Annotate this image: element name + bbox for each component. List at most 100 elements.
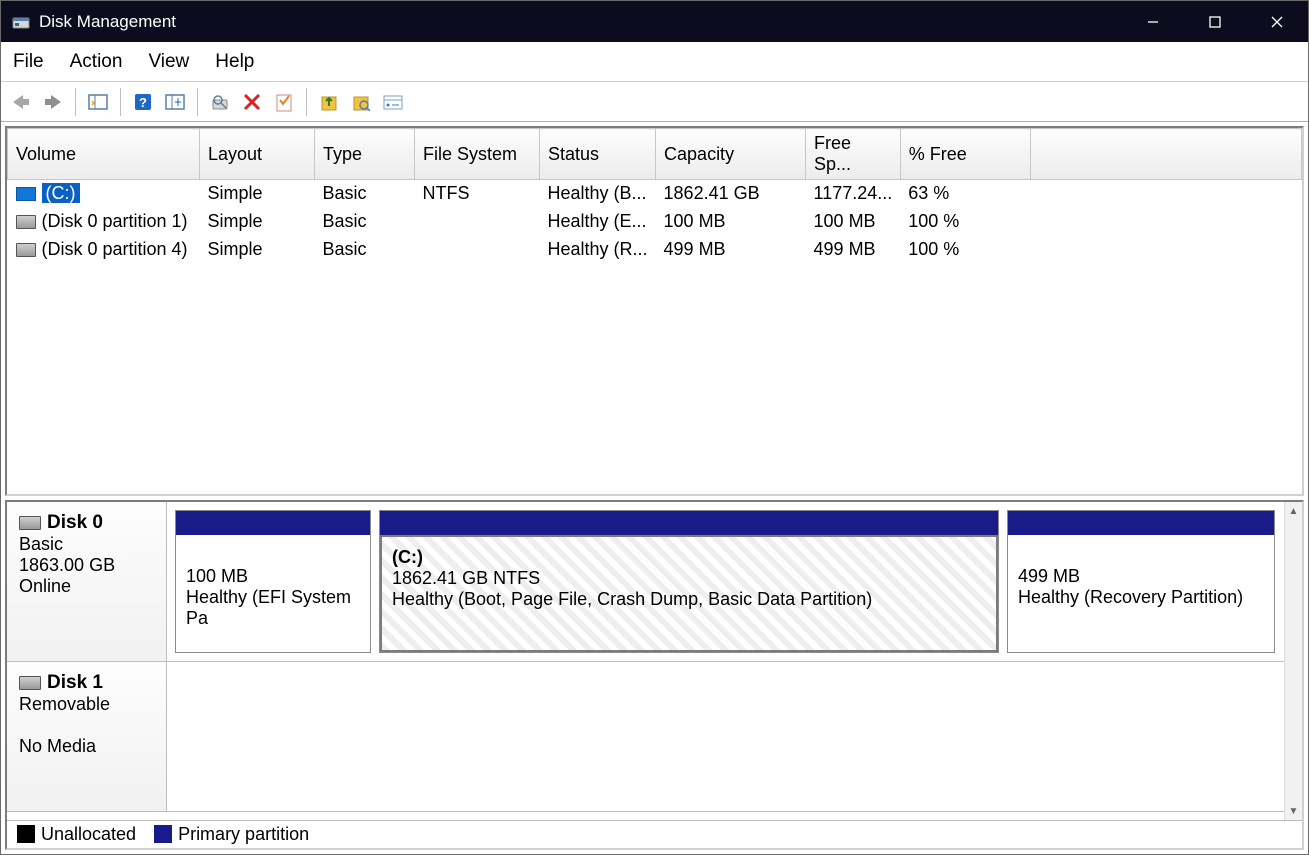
col-fs[interactable]: File System <box>415 129 540 180</box>
volume-layout: Simple <box>200 236 315 264</box>
delete-button[interactable] <box>238 88 266 116</box>
volume-capacity: 100 MB <box>656 208 806 236</box>
partition-name: (C:) <box>392 547 986 568</box>
volume-status: Healthy (R... <box>540 236 656 264</box>
disk-type: Basic <box>19 534 158 555</box>
minimize-button[interactable] <box>1122 1 1184 42</box>
col-capacity[interactable]: Capacity <box>656 129 806 180</box>
toolbar: ? <box>1 82 1308 122</box>
settings-button[interactable] <box>206 88 234 116</box>
volume-free: 499 MB <box>806 236 901 264</box>
col-pct[interactable]: % Free <box>900 129 1030 180</box>
volume-name: (Disk 0 partition 4) <box>42 239 188 259</box>
partitions-area <box>167 662 1284 811</box>
scroll-down-icon[interactable]: ▼ <box>1285 802 1302 820</box>
titlebar: Disk Management <box>1 1 1308 42</box>
menu-help[interactable]: Help <box>215 51 254 73</box>
disk-label: Disk 1 <box>47 672 103 693</box>
volume-pct: 100 % <box>900 208 1030 236</box>
menubar: File Action View Help <box>1 42 1308 82</box>
menu-file[interactable]: File <box>13 51 44 73</box>
volume-layout: Simple <box>200 208 315 236</box>
col-free[interactable]: Free Sp... <box>806 129 901 180</box>
disk-label: Disk 0 <box>47 512 103 533</box>
maximize-button[interactable] <box>1184 1 1246 42</box>
refresh-button[interactable] <box>161 88 189 116</box>
col-status[interactable]: Status <box>540 129 656 180</box>
volume-fs <box>415 208 540 236</box>
partition-desc: Healthy (EFI System Pa <box>186 587 360 629</box>
vertical-scrollbar[interactable]: ▲ ▼ <box>1284 502 1302 820</box>
volume-layout: Simple <box>200 180 315 208</box>
legend: Unallocated Primary partition <box>7 820 1302 848</box>
volume-status: Healthy (E... <box>540 208 656 236</box>
app-icon <box>11 12 31 32</box>
volume-pct: 100 % <box>900 236 1030 264</box>
partition-header <box>176 511 370 535</box>
partition[interactable]: 100 MBHealthy (EFI System Pa <box>175 510 371 653</box>
menu-view[interactable]: View <box>148 51 189 73</box>
col-type[interactable]: Type <box>315 129 415 180</box>
legend-unallocated: Unallocated <box>17 824 136 845</box>
scroll-up-icon[interactable]: ▲ <box>1285 502 1302 520</box>
volume-capacity: 499 MB <box>656 236 806 264</box>
close-button[interactable] <box>1246 1 1308 42</box>
legend-swatch-blue <box>154 825 172 843</box>
volume-row[interactable]: (Disk 0 partition 1) SimpleBasic Healthy (… <box>8 208 1302 236</box>
back-button[interactable] <box>7 88 35 116</box>
window-title: Disk Management <box>39 12 176 32</box>
disk-icon <box>19 676 41 690</box>
volume-status: Healthy (B... <box>540 180 656 208</box>
volume-pct: 63 % <box>900 180 1030 208</box>
graphical-pane: Disk 0Basic1863.00 GBOnline 100 MBHealth… <box>5 500 1304 850</box>
action2-button[interactable] <box>347 88 375 116</box>
volume-type: Basic <box>315 208 415 236</box>
volume-row[interactable]: (Disk 0 partition 4) SimpleBasic Healthy (… <box>8 236 1302 264</box>
volume-capacity: 1862.41 GB <box>656 180 806 208</box>
action1-button[interactable] <box>315 88 343 116</box>
volume-type: Basic <box>315 236 415 264</box>
action3-button[interactable] <box>379 88 407 116</box>
partition-header <box>1008 511 1274 535</box>
disk-row: Disk 0Basic1863.00 GBOnline 100 MBHealth… <box>7 502 1284 662</box>
disk-state: No Media <box>19 736 158 757</box>
volume-fs: NTFS <box>415 180 540 208</box>
svg-text:?: ? <box>139 95 147 110</box>
legend-swatch-black <box>17 825 35 843</box>
volume-icon <box>16 215 36 229</box>
disk-row: Disk 1Removable No Media <box>7 662 1284 812</box>
partition-size: 100 MB <box>186 566 360 587</box>
disk-info[interactable]: Disk 1Removable No Media <box>7 662 167 811</box>
volume-name: (C:) <box>42 183 80 203</box>
show-hide-tree-button[interactable] <box>84 88 112 116</box>
help-button[interactable]: ? <box>129 88 157 116</box>
partition-body: 100 MBHealthy (EFI System Pa <box>176 535 370 652</box>
volume-type: Basic <box>315 180 415 208</box>
volume-free: 100 MB <box>806 208 901 236</box>
properties-button[interactable] <box>270 88 298 116</box>
menu-action[interactable]: Action <box>70 51 123 73</box>
volume-fs <box>415 236 540 264</box>
volume-name: (Disk 0 partition 1) <box>42 211 188 231</box>
forward-button[interactable] <box>39 88 67 116</box>
partition[interactable]: 499 MBHealthy (Recovery Partition) <box>1007 510 1275 653</box>
volume-icon <box>16 243 36 257</box>
disk-icon <box>19 516 41 530</box>
volume-icon <box>16 187 36 201</box>
partition-size: 1862.41 GB NTFS <box>392 568 986 589</box>
disk-type: Removable <box>19 694 158 715</box>
partition-body: 499 MBHealthy (Recovery Partition) <box>1008 535 1274 652</box>
disk-info[interactable]: Disk 0Basic1863.00 GBOnline <box>7 502 167 661</box>
partition-desc: Healthy (Recovery Partition) <box>1018 587 1264 608</box>
col-volume[interactable]: Volume <box>8 129 200 180</box>
volume-row[interactable]: (C:) SimpleBasicNTFSHealthy (B...1862.41 … <box>8 180 1302 208</box>
partition-header <box>380 511 998 535</box>
volumes-pane: Volume Layout Type File System Status Ca… <box>5 126 1304 496</box>
volumes-table[interactable]: Volume Layout Type File System Status Ca… <box>7 128 1302 264</box>
partition-body: (C:)1862.41 GB NTFSHealthy (Boot, Page F… <box>380 535 998 652</box>
col-layout[interactable]: Layout <box>200 129 315 180</box>
disk-size: 1863.00 GB <box>19 555 158 576</box>
legend-primary: Primary partition <box>154 824 309 845</box>
partition-size: 499 MB <box>1018 566 1264 587</box>
partition[interactable]: (C:)1862.41 GB NTFSHealthy (Boot, Page F… <box>379 510 999 653</box>
